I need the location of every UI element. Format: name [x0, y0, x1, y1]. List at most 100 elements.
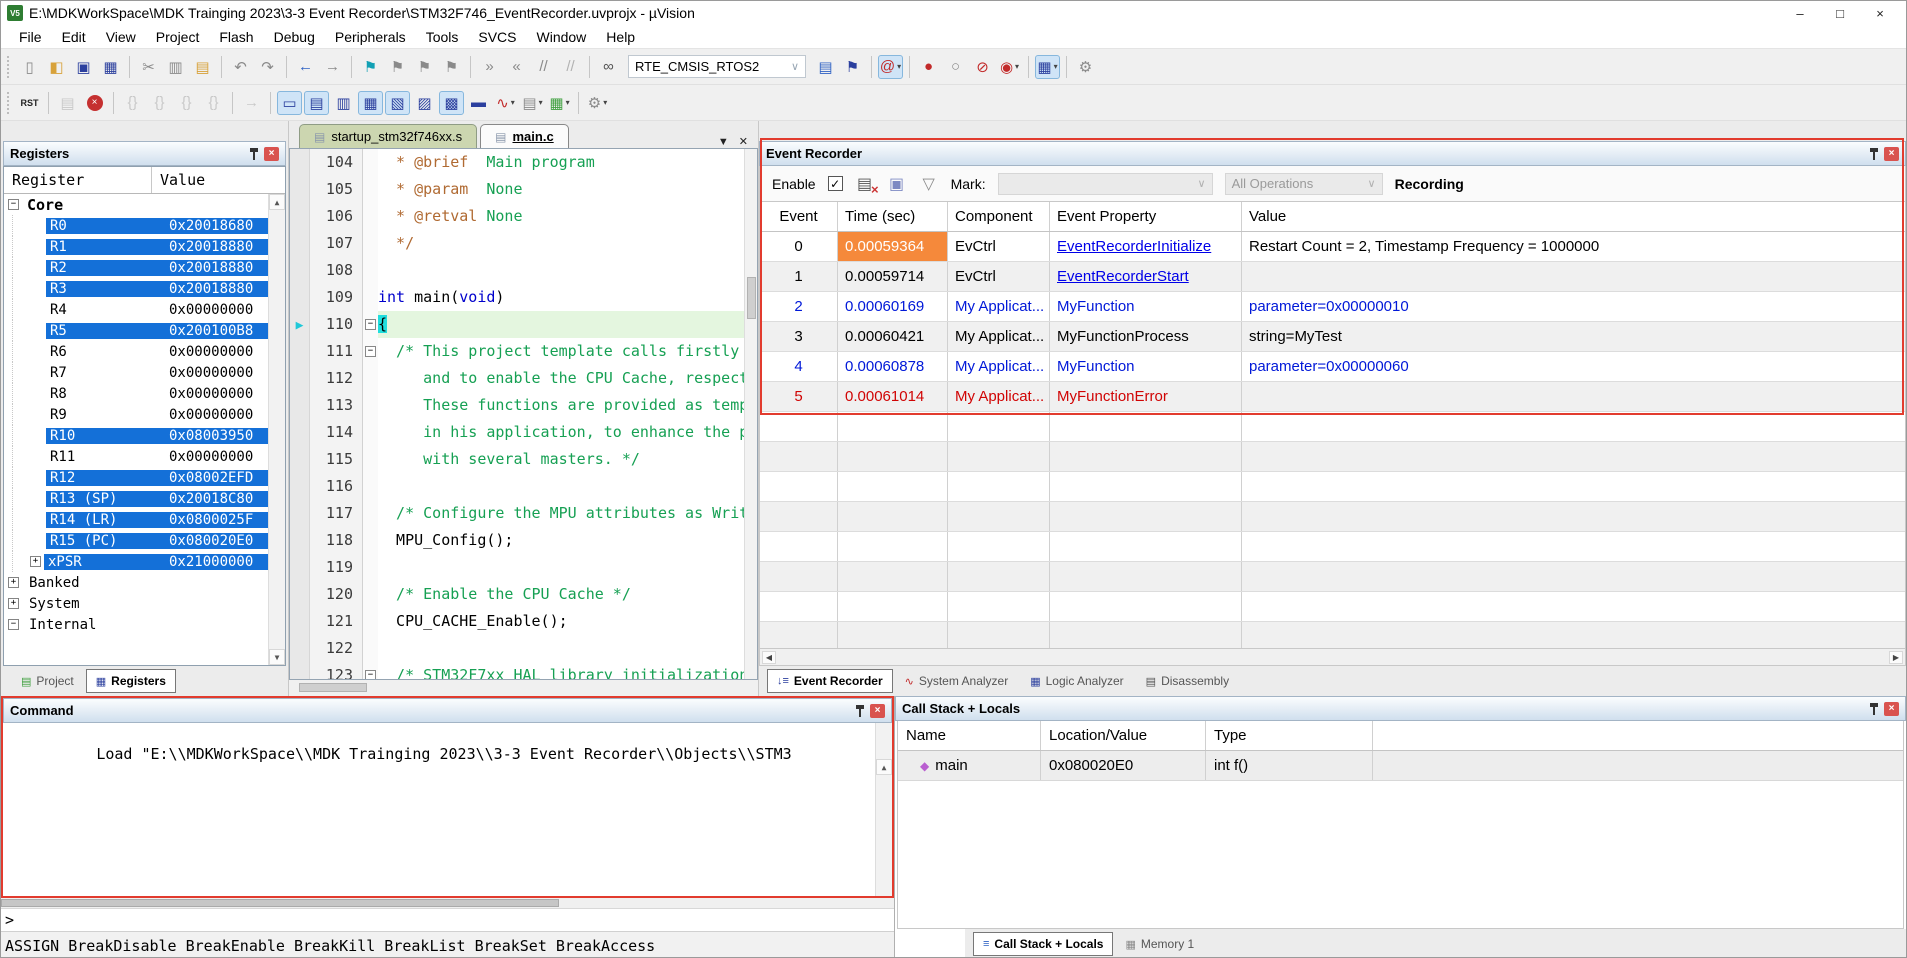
cut-icon[interactable]: ✂ — [136, 55, 161, 79]
operations-filter-select[interactable]: All Operations ∨ — [1225, 173, 1383, 195]
value-column-header[interactable]: Value — [152, 171, 285, 189]
mark-input[interactable]: ∨ — [998, 173, 1213, 195]
toolbar-grip[interactable] — [7, 56, 12, 78]
event-row-5[interactable]: 50.00061014My Applicat...MyFunctionError — [760, 382, 1905, 412]
editor-hscrollbar[interactable] — [289, 680, 758, 696]
register-row-r3[interactable]: R30x20018880 — [4, 278, 285, 299]
start-stop-debug-icon[interactable]: @▾ — [878, 55, 903, 79]
close-icon[interactable]: × — [870, 704, 885, 718]
stop-debug-icon[interactable]: × — [82, 91, 107, 115]
scroll-left-icon[interactable]: ◀ — [762, 651, 776, 664]
enable-all-breakpoints-icon[interactable]: ◉▾ — [997, 55, 1022, 79]
step-out-icon[interactable]: {} — [174, 91, 199, 115]
location-column-header[interactable]: Location/Value — [1041, 721, 1206, 750]
column-header-time-sec[interactable]: Time (sec) — [838, 202, 948, 231]
minimize-button[interactable]: – — [1780, 2, 1820, 24]
disassembly-window-icon[interactable]: ▤ — [304, 91, 329, 115]
analysis-windows-icon[interactable]: ∿▾ — [493, 91, 518, 115]
event-row-2[interactable]: 20.00060169My Applicat...MyFunctionparam… — [760, 292, 1905, 322]
pin-icon[interactable] — [1869, 703, 1879, 715]
maximize-button[interactable]: □ — [1820, 2, 1860, 24]
manage-run-time-environment-icon[interactable]: ⚑ — [840, 55, 865, 79]
window-layout-icon[interactable]: ▦▾ — [1035, 55, 1060, 79]
navigate-back-icon[interactable]: ← — [293, 55, 318, 79]
event-row-3[interactable]: 30.00060421My Applicat...MyFunctionProce… — [760, 322, 1905, 352]
outdent-icon[interactable]: « — [504, 55, 529, 79]
menu-svcs[interactable]: SVCS — [468, 27, 526, 47]
configure-tools-icon[interactable]: ⚙ — [1073, 55, 1098, 79]
register-row-r13-sp[interactable]: R13 (SP)0x20018C80 — [4, 488, 285, 509]
run-to-line-icon[interactable]: {} — [201, 91, 226, 115]
run-icon[interactable]: → — [239, 91, 264, 115]
register-row-r6[interactable]: R60x00000000 — [4, 341, 285, 362]
pin-icon[interactable] — [249, 148, 259, 160]
event-row-4[interactable]: 40.00060878My Applicat...MyFunctionparam… — [760, 352, 1905, 382]
event-row-0[interactable]: 00.00059364EvCtrlEventRecorderInitialize… — [760, 232, 1905, 262]
toolbar-grip[interactable] — [7, 92, 12, 114]
close-icon[interactable]: × — [264, 147, 279, 161]
document-tab-startup-stm32f746xx-s[interactable]: ▤startup_stm32f746xx.s — [299, 124, 477, 148]
fold-toggle-icon[interactable]: − — [365, 346, 376, 357]
register-row-banked[interactable]: +Banked — [4, 572, 285, 593]
close-icon[interactable]: × — [1884, 702, 1899, 716]
insert-breakpoint-icon[interactable]: ● — [916, 55, 941, 79]
fold-toggle-icon[interactable]: − — [365, 670, 376, 680]
callstack-row-main[interactable]: ◆main0x080020E0int f() — [898, 751, 1903, 781]
step-over-icon[interactable]: {} — [147, 91, 172, 115]
tree-expander-icon[interactable]: + — [8, 598, 19, 609]
reset-cpu-icon[interactable]: RST — [17, 91, 42, 115]
register-row-internal[interactable]: −Internal — [4, 614, 285, 635]
next-bookmark-icon[interactable]: ⚑ — [412, 55, 437, 79]
menu-tools[interactable]: Tools — [416, 27, 469, 47]
close-document-icon[interactable]: ✕ — [739, 135, 748, 148]
tree-expander-icon[interactable]: − — [8, 199, 19, 210]
tab-logic-analyzer[interactable]: ▦Logic Analyzer — [1020, 669, 1133, 693]
document-list-icon[interactable]: ▼ — [718, 136, 729, 148]
find-in-files-icon[interactable]: ∞ — [596, 55, 621, 79]
indent-icon[interactable]: » — [477, 55, 502, 79]
save-events-icon[interactable]: ▣ — [887, 174, 907, 194]
menu-flash[interactable]: Flash — [209, 27, 263, 47]
paste-icon[interactable]: ▤ — [190, 55, 215, 79]
tab-call-stack-locals[interactable]: ≡Call Stack + Locals — [973, 932, 1113, 956]
open-file-icon[interactable]: ◧ — [44, 55, 69, 79]
register-row-system[interactable]: +System — [4, 593, 285, 614]
pin-icon[interactable] — [855, 705, 865, 717]
clear-bookmarks-icon[interactable]: ⚑ — [439, 55, 464, 79]
tree-expander-icon[interactable]: + — [8, 577, 19, 588]
command-input[interactable]: > — [1, 909, 894, 932]
tab-registers[interactable]: ▦Registers — [86, 669, 176, 693]
close-button[interactable]: × — [1860, 2, 1900, 24]
menu-view[interactable]: View — [96, 27, 146, 47]
column-header-event-property[interactable]: Event Property — [1050, 202, 1242, 231]
editor-vscrollbar[interactable] — [744, 149, 757, 679]
scroll-up-icon[interactable]: ▲ — [269, 194, 285, 210]
register-row-r1[interactable]: R10x20018880 — [4, 236, 285, 257]
scroll-down-icon[interactable]: ▼ — [269, 649, 285, 665]
serial-window-icon[interactable]: ▬ — [466, 91, 491, 115]
navigate-forward-icon[interactable]: → — [320, 55, 345, 79]
register-row-r14-lr[interactable]: R14 (LR)0x0800025F — [4, 509, 285, 530]
tab-event-recorder[interactable]: ↓≡Event Recorder — [767, 669, 893, 693]
tab-disassembly[interactable]: ▤Disassembly — [1136, 669, 1239, 693]
document-tab-main-c[interactable]: ▤main.c — [480, 124, 569, 148]
register-column-header[interactable]: Register — [4, 167, 152, 193]
comment-selection-icon[interactable]: // — [531, 55, 556, 79]
pin-icon[interactable] — [1869, 148, 1879, 160]
menu-debug[interactable]: Debug — [264, 27, 325, 47]
registers-window-icon[interactable]: ▦ — [358, 91, 383, 115]
clear-events-icon[interactable]: ▤× — [855, 174, 875, 194]
disable-breakpoint-icon[interactable]: ○ — [943, 55, 968, 79]
command-hscrollbar[interactable] — [1, 898, 894, 909]
fold-toggle-icon[interactable]: − — [365, 319, 376, 330]
menu-window[interactable]: Window — [527, 27, 597, 47]
register-row-core[interactable]: −Core — [4, 194, 285, 215]
scrollbar-thumb[interactable] — [299, 683, 367, 692]
save-file-icon[interactable]: ▣ — [71, 55, 96, 79]
register-row-r10[interactable]: R100x08003950 — [4, 425, 285, 446]
menu-peripherals[interactable]: Peripherals — [325, 27, 416, 47]
scroll-up-icon[interactable]: ▲ — [876, 759, 892, 775]
scrollbar-thumb[interactable] — [1, 899, 559, 907]
previous-bookmark-icon[interactable]: ⚑ — [385, 55, 410, 79]
menu-project[interactable]: Project — [146, 27, 210, 47]
